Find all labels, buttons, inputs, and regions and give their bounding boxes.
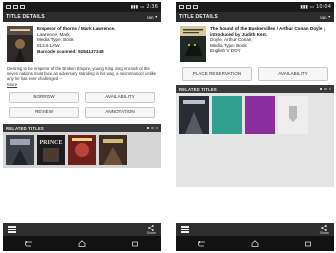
- notification-icon: [186, 5, 191, 9]
- related-titles-header: RELATED TITLES: [176, 85, 334, 93]
- related-title-cover[interactable]: [6, 135, 34, 165]
- related-titles-label: RELATED TITLES: [179, 86, 217, 92]
- battery-icon: ▭: [140, 4, 145, 9]
- status-time: 2:36: [146, 4, 158, 10]
- place-reservation-button[interactable]: PLACE RESERVATION: [182, 67, 252, 81]
- availability-button[interactable]: AVAILABILITY: [85, 92, 155, 103]
- menu-icon[interactable]: [181, 226, 189, 233]
- account-name: Ian: [320, 14, 327, 20]
- review-button[interactable]: REVIEW: [9, 107, 79, 118]
- phone-screen-left: ▮▮▮ ▭ 2:36 TITLE DETAILS Ian ▼ Emperor o…: [3, 2, 161, 251]
- annotation-button[interactable]: ANNOTATION: [85, 107, 155, 118]
- account-menu[interactable]: Ian ▼: [320, 15, 331, 20]
- share-button[interactable]: Share: [319, 224, 329, 235]
- account-name: Ian: [147, 14, 154, 20]
- cover-text: PRINCE: [39, 140, 62, 146]
- page-dot: [324, 87, 327, 91]
- back-icon[interactable]: [25, 240, 33, 247]
- home-icon[interactable]: [78, 240, 86, 247]
- related-title-cover[interactable]: [99, 135, 127, 165]
- page-indicator: [146, 126, 158, 130]
- availability-button[interactable]: AVAILABILITY: [258, 67, 328, 81]
- page-dot: [319, 87, 323, 91]
- page-dot: [155, 126, 158, 130]
- notification-icon: [179, 5, 184, 9]
- status-time: 10:04: [316, 4, 331, 10]
- title-record: The hound of the Baskervilles / Arthur C…: [176, 22, 334, 64]
- phone-screen-right: ▮▮▮ ▭ 10:04 TITLE DETAILS Ian ▼ The houn…: [176, 2, 334, 251]
- bottom-toolbar: Share: [176, 223, 334, 236]
- recents-icon[interactable]: [131, 241, 139, 247]
- book-cover: [7, 26, 33, 62]
- notification-icon: [13, 5, 18, 9]
- record-title: Emperor of thorns / Mark Lawrence.: [37, 26, 116, 31]
- related-title-cover[interactable]: [212, 96, 242, 134]
- share-button[interactable]: Share: [146, 224, 156, 235]
- more-link[interactable]: More: [3, 81, 161, 88]
- android-nav-bar: [176, 236, 334, 251]
- notification-icon: [193, 5, 198, 9]
- page-dot: [146, 126, 150, 130]
- related-titles-label: RELATED TITLES: [6, 125, 44, 131]
- related-title-cover[interactable]: [278, 96, 308, 134]
- page-title: TITLE DETAILS: [6, 14, 45, 20]
- app-title-bar: TITLE DETAILS Ian ▼: [3, 12, 161, 22]
- record-barcode: Barcode scanned: 9284137248: [37, 49, 104, 55]
- battery-icon: ▭: [309, 4, 315, 9]
- borrow-button[interactable]: BORROW: [9, 92, 79, 103]
- share-label: Share: [319, 230, 329, 235]
- bottom-toolbar: Share: [3, 223, 161, 236]
- related-titles-header: RELATED TITLES: [3, 124, 161, 132]
- record-title: The hound of the Baskervilles / Arthur C…: [210, 26, 326, 37]
- related-title-cover[interactable]: [179, 96, 209, 134]
- page-dot: [328, 87, 331, 91]
- record-call-number: English V DOY: [210, 48, 241, 54]
- account-menu[interactable]: Ian ▼: [147, 15, 158, 20]
- record-call-number: 813.6 LAW: [37, 42, 60, 48]
- back-icon[interactable]: [198, 240, 206, 247]
- status-bar: ▮▮▮ ▭ 10:04: [176, 2, 334, 12]
- recents-icon[interactable]: [304, 241, 312, 247]
- notification-icon: [6, 5, 11, 9]
- home-icon[interactable]: [251, 240, 259, 247]
- android-nav-bar: [3, 236, 161, 251]
- action-buttons: PLACE RESERVATION AVAILABILITY: [176, 64, 334, 85]
- book-cover: [180, 26, 206, 62]
- action-buttons: BORROW AVAILABILITY REVIEW ANNOTATION: [3, 88, 161, 122]
- related-titles-carousel[interactable]: [176, 93, 334, 187]
- related-titles-carousel[interactable]: PRINCE: [3, 132, 161, 168]
- related-title-cover[interactable]: PRINCE: [37, 135, 65, 165]
- app-title-bar: TITLE DETAILS Ian ▼: [176, 12, 334, 22]
- notification-icon: [20, 5, 25, 9]
- record-description: Desiring to be emperor of the Broken Emp…: [7, 66, 157, 81]
- chevron-down-icon: ▼: [327, 15, 331, 19]
- related-title-cover[interactable]: [68, 135, 96, 165]
- status-bar: ▮▮▮ ▭ 2:36: [3, 2, 161, 12]
- chevron-down-icon: ▼: [154, 15, 158, 19]
- menu-icon[interactable]: [8, 226, 16, 233]
- related-title-cover[interactable]: [245, 96, 275, 134]
- page-title: TITLE DETAILS: [179, 14, 218, 20]
- page-indicator: [319, 87, 331, 91]
- share-label: Share: [146, 230, 156, 235]
- signal-icon: ▮▮▮: [130, 4, 139, 9]
- title-record: Emperor of thorns / Mark Lawrence. Lawre…: [3, 22, 161, 64]
- signal-icon: ▮▮▮: [300, 4, 308, 9]
- page-dot: [151, 126, 154, 130]
